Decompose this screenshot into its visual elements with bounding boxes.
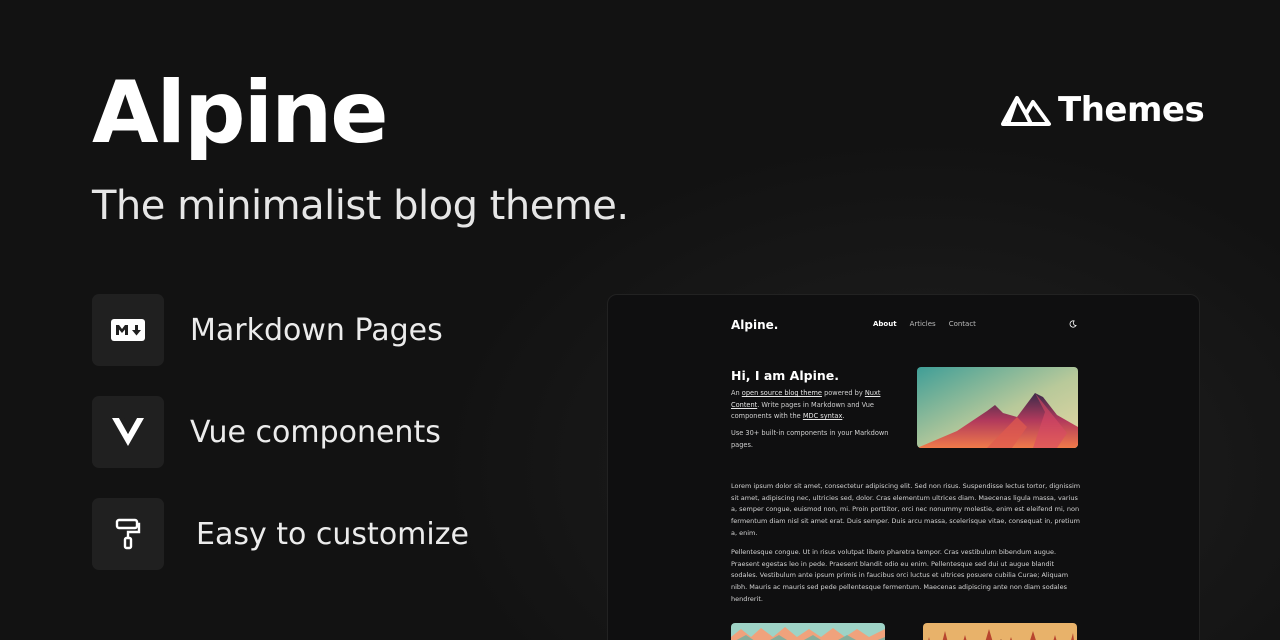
feature-icon-box xyxy=(92,498,164,570)
preview-nav: About Articles Contact xyxy=(873,320,976,328)
preview-nav-about[interactable]: About xyxy=(873,320,897,328)
preview-article-thumbnail[interactable] xyxy=(731,623,885,640)
feature-markdown: Markdown Pages xyxy=(92,294,443,366)
preview-intro: An open source blog theme powered by Nux… xyxy=(731,389,881,420)
preview-link[interactable]: open source blog theme xyxy=(742,389,822,397)
feature-label: Vue components xyxy=(190,414,441,450)
moon-icon[interactable] xyxy=(1069,320,1077,328)
nuxt-mountain-icon xyxy=(1001,96,1051,126)
hero-title: Alpine xyxy=(92,63,389,163)
feature-customize: Easy to customize xyxy=(92,498,469,570)
paint-roller-icon xyxy=(115,518,141,550)
preview-paragraph: Lorem ipsum dolor sit amet, consectetur … xyxy=(731,482,1081,537)
preview-logo[interactable]: Alpine. xyxy=(731,318,778,332)
preview-nav-articles[interactable]: Articles xyxy=(910,320,936,328)
markdown-icon xyxy=(111,319,145,341)
vue-icon xyxy=(112,418,144,446)
preview-nav-contact[interactable]: Contact xyxy=(949,320,976,328)
hero-subtitle: The minimalist blog theme. xyxy=(92,183,629,229)
feature-label: Easy to customize xyxy=(196,516,469,552)
themes-brand[interactable]: Themes xyxy=(1000,90,1205,130)
preview-intro-secondary: Use 30+ built-in components in your Mark… xyxy=(731,429,889,449)
feature-vue: Vue components xyxy=(92,396,441,468)
preview-article-thumbnail[interactable] xyxy=(923,623,1077,640)
preview-paragraph: Pellentesque congue. Ut in risus volutpa… xyxy=(731,548,1069,603)
preview-hero-image xyxy=(917,367,1078,448)
site-preview: Alpine. About Articles Contact Hi, I am … xyxy=(607,294,1200,640)
feature-icon-box xyxy=(92,294,164,366)
feature-label: Markdown Pages xyxy=(190,312,443,348)
feature-icon-box xyxy=(92,396,164,468)
preview-link[interactable]: MDC syntax xyxy=(803,412,843,420)
preview-heading: Hi, I am Alpine. xyxy=(731,368,839,383)
brand-text: Themes xyxy=(1058,90,1205,130)
